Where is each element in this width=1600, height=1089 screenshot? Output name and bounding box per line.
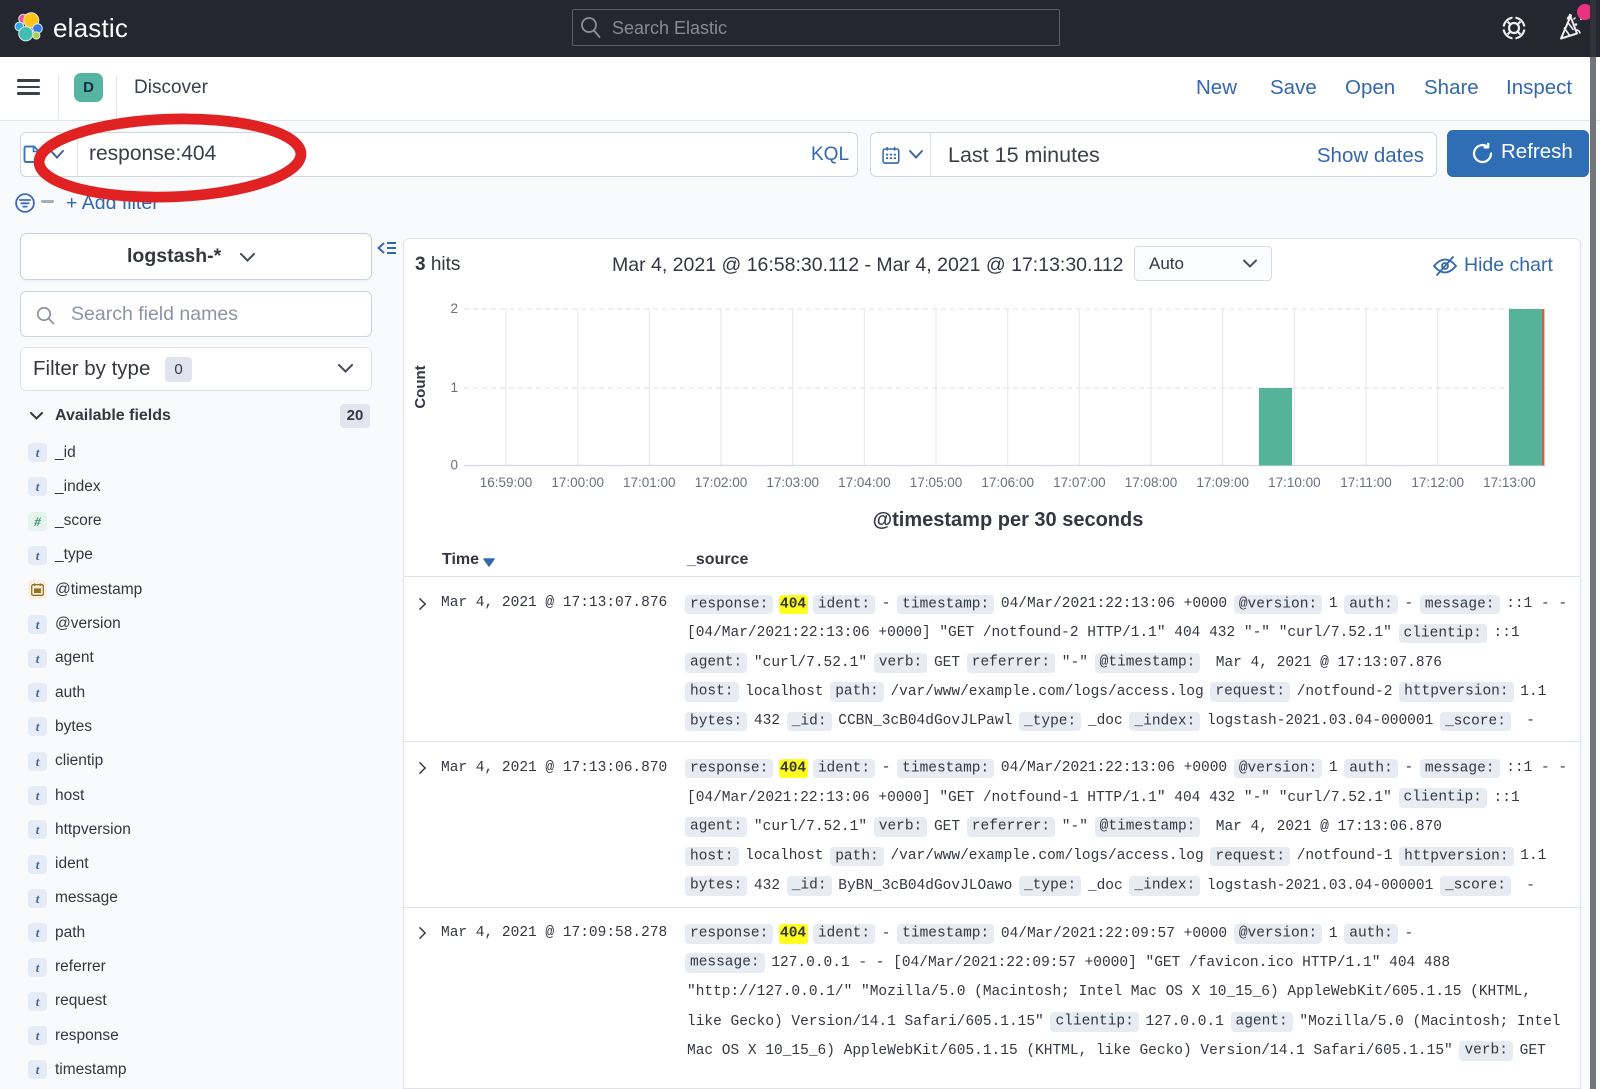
svg-text:Count: Count <box>412 365 429 408</box>
svg-text:2: 2 <box>450 301 458 316</box>
svg-text:17:12:00: 17:12:00 <box>1411 475 1464 490</box>
svg-text:1: 1 <box>450 380 458 395</box>
svg-text:17:11:00: 17:11:00 <box>1340 475 1392 490</box>
svg-text:17:00:00: 17:00:00 <box>551 475 604 490</box>
svg-text:17:10:00: 17:10:00 <box>1268 475 1321 490</box>
svg-text:17:04:00: 17:04:00 <box>838 475 891 490</box>
svg-text:17:05:00: 17:05:00 <box>910 475 963 490</box>
svg-text:17:13:00: 17:13:00 <box>1483 475 1536 490</box>
svg-text:17:07:00: 17:07:00 <box>1053 475 1106 490</box>
svg-text:17:02:00: 17:02:00 <box>695 475 748 490</box>
svg-text:16:59:00: 16:59:00 <box>480 475 533 490</box>
svg-text:17:06:00: 17:06:00 <box>981 475 1034 490</box>
svg-text:17:08:00: 17:08:00 <box>1125 475 1178 490</box>
svg-text:0: 0 <box>450 458 458 473</box>
svg-text:17:09:00: 17:09:00 <box>1196 475 1249 490</box>
svg-text:17:01:00: 17:01:00 <box>623 475 676 490</box>
svg-text:17:03:00: 17:03:00 <box>766 475 819 490</box>
